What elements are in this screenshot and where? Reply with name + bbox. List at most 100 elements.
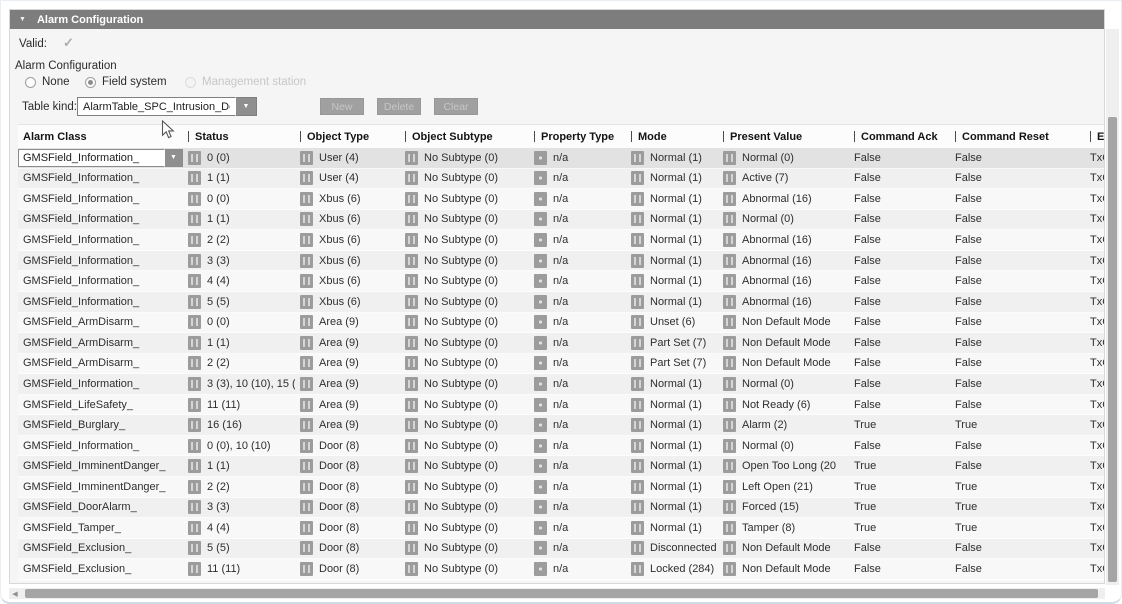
cell-text: GMSField_ImminentDanger_ <box>23 481 165 493</box>
collapse-arrow-icon[interactable]: ▼ <box>19 16 26 23</box>
cell-alarm_class: GMSField_Exclusion_ <box>18 559 183 579</box>
table-row[interactable]: GMSField_Exclusion_11 (11)Door (8)No Sub… <box>18 559 1104 580</box>
column-header-status[interactable]: Status <box>183 125 295 148</box>
dropdown-arrow-icon[interactable]: ▼ <box>235 97 257 116</box>
cell-status: 2 (2) <box>183 230 295 250</box>
cell-text: False <box>955 399 982 411</box>
table-row[interactable]: ▼0 (0)User (4)No Subtype (0)n/aNormal (1… <box>18 148 1104 169</box>
cell-command_reset: False <box>950 395 1085 415</box>
table-row[interactable]: GMSField_Information_4 (4)Xbus (6)No Sub… <box>18 271 1104 292</box>
column-header-command_ack[interactable]: Command Ack <box>849 125 950 148</box>
dropdown-arrow-icon[interactable]: ▼ <box>164 149 183 167</box>
column-header-object_subtype[interactable]: Object Subtype <box>400 125 529 148</box>
table-row[interactable]: GMSField_Information_3 (3)Xbus (6)No Sub… <box>18 251 1104 272</box>
table-row[interactable]: GMSField_DoorAlarm_3 (3)Door (8)No Subty… <box>18 498 1104 519</box>
pause-icon <box>405 254 418 268</box>
cell-text: No Subtype (0) <box>424 193 498 205</box>
alarm-class-editor-input[interactable] <box>18 149 164 167</box>
table-row[interactable]: GMSField_Information_5 (5)Xbus (6)No Sub… <box>18 292 1104 313</box>
cell-text: GMSField_ImminentDanger_ <box>23 460 165 472</box>
table-row[interactable]: GMSField_ImminentDanger_2 (2)Door (8)No … <box>18 477 1104 498</box>
cell-text: 0 (0) <box>207 193 230 205</box>
cell-object_type: Xbus (6) <box>295 271 400 291</box>
cell-text: TxG_ <box>1090 152 1104 164</box>
cell-present_value: Non Default Mode <box>718 354 849 374</box>
table-row[interactable]: GMSField_Information_3 (3), 10 (10), 15 … <box>18 374 1104 395</box>
asterisk-icon <box>534 500 547 514</box>
table-row[interactable]: GMSField_Tamper_4 (4)Door (8)No Subtype … <box>18 518 1104 539</box>
column-header-present_value[interactable]: Present Value <box>718 125 849 148</box>
table-row[interactable]: GMSField_Information_2 (2)Xbus (6)No Sub… <box>18 230 1104 251</box>
vertical-scrollbar-thumb[interactable] <box>1108 117 1117 582</box>
column-header-command_reset[interactable]: Command Reset <box>950 125 1085 148</box>
cell-text: True <box>854 460 876 472</box>
pause-icon <box>300 459 313 473</box>
cell-text: n/a <box>553 213 568 225</box>
pause-icon <box>723 398 736 412</box>
cell-text: False <box>854 234 881 246</box>
radio-circle-icon[interactable] <box>25 77 36 88</box>
column-header-mode[interactable]: Mode <box>626 125 718 148</box>
cell-command_reset: False <box>950 271 1085 291</box>
table-row[interactable]: GMSField_Burglary_16 (16)Area (9)No Subt… <box>18 415 1104 436</box>
radio-circle-icon[interactable] <box>85 77 96 88</box>
mouse-cursor <box>161 120 175 140</box>
table-row[interactable]: GMSField_ImminentDanger_1 (1)Door (8)No … <box>18 456 1104 477</box>
cell-text: 3 (3), 10 (10), 15 (1 <box>207 378 295 390</box>
horizontal-scrollbar[interactable]: ◀ <box>9 588 1105 599</box>
horizontal-scrollbar-thumb[interactable] <box>25 589 1098 598</box>
pause-icon <box>631 233 644 247</box>
new-button[interactable]: New <box>320 98 364 115</box>
cell-object_type: Xbus (6) <box>295 251 400 271</box>
cell-text: TxG_ <box>1090 419 1104 431</box>
delete-button[interactable]: Delete <box>377 98 421 115</box>
cell-command_ack: True <box>849 518 950 538</box>
cell-alarm_class: GMSField_Information_ <box>18 292 183 312</box>
radio-field-system[interactable]: Field system <box>85 76 167 88</box>
clear-button[interactable]: Clear <box>434 98 478 115</box>
cell-text: n/a <box>553 193 568 205</box>
pause-icon <box>723 459 736 473</box>
table-row[interactable]: GMSField_Information_0 (0)Xbus (6)No Sub… <box>18 189 1104 210</box>
section-header[interactable]: ▼ Alarm Configuration <box>10 10 1104 29</box>
cell-command_reset: False <box>950 456 1085 476</box>
table-row[interactable]: GMSField_LifeSafety_11 (11)Area (9)No Su… <box>18 395 1104 416</box>
cell-text: Part Set (7) <box>650 337 706 349</box>
column-header-object_type[interactable]: Object Type <box>295 125 400 148</box>
column-header-property_type[interactable]: Property Type <box>529 125 626 148</box>
cell-property_type: n/a <box>529 518 626 538</box>
cell-text: Area (9) <box>319 399 359 411</box>
cell-alarm_class: GMSField_Tamper_ <box>18 518 183 538</box>
cell-command_reset: False <box>950 539 1085 559</box>
table-row[interactable]: GMSField_Information_0 (0), 10 (10)Door … <box>18 436 1104 457</box>
radio-none[interactable]: None <box>25 76 70 88</box>
cell-text: False <box>955 460 982 472</box>
table-row[interactable]: GMSField_Exclusion_5 (5)Door (8)No Subty… <box>18 539 1104 560</box>
table-kind-select[interactable]: ▼ <box>77 97 257 116</box>
cell-text: No Subtype (0) <box>424 234 498 246</box>
column-header-alarm_class[interactable]: Alarm Class <box>18 125 183 148</box>
pause-icon <box>405 398 418 412</box>
cell-text: GMSField_Information_ <box>23 213 139 225</box>
table-row[interactable]: GMSField_ArmDisarm_1 (1)Area (9)No Subty… <box>18 333 1104 354</box>
scroll-left-arrow-icon[interactable]: ◀ <box>9 588 21 599</box>
cell-text: No Subtype (0) <box>424 296 498 308</box>
cell-mode: Part Set (7) <box>626 354 718 374</box>
table-row[interactable]: GMSField_ArmDisarm_0 (0)Area (9)No Subty… <box>18 313 1104 334</box>
table-row[interactable]: GMSField_Information_1 (1)Xbus (6)No Sub… <box>18 210 1104 231</box>
cell-text: False <box>955 152 982 164</box>
table-row[interactable]: GMSField_ArmDisarm_2 (2)Area (9)No Subty… <box>18 354 1104 375</box>
column-header-event[interactable]: Event <box>1085 125 1104 148</box>
cell-text: 2 (2) <box>207 357 230 369</box>
cell-object_subtype: No Subtype (0) <box>400 415 529 435</box>
table-kind-input[interactable] <box>77 97 235 116</box>
cell-property_type: n/a <box>529 559 626 579</box>
cell-text: 16 (16) <box>207 419 242 431</box>
cell-text: TxG_ <box>1090 234 1104 246</box>
cell-event: TxG_ <box>1085 539 1104 559</box>
panel-title: Alarm Configuration <box>37 14 143 26</box>
vertical-scrollbar[interactable] <box>1106 29 1119 585</box>
cell-text: GMSField_ArmDisarm_ <box>23 337 139 349</box>
cell-present_value: Normal (0) <box>718 210 849 230</box>
table-row[interactable]: GMSField_Information_1 (1)User (4)No Sub… <box>18 169 1104 190</box>
